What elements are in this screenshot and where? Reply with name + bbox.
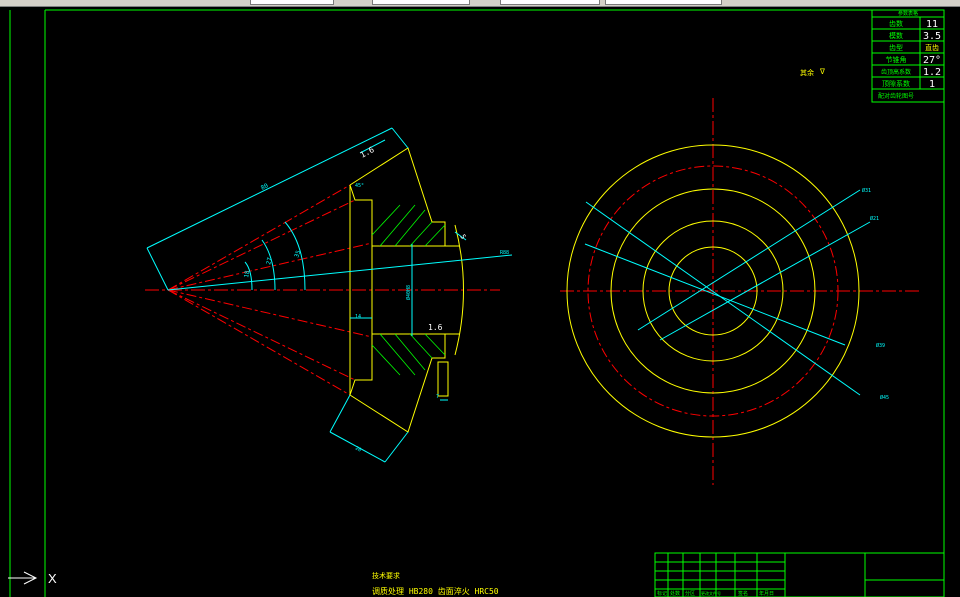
tb-header-zone: 分区 xyxy=(685,590,695,597)
section-dimensions xyxy=(146,127,513,463)
dim-chamfer: 45° xyxy=(355,183,364,189)
param-value-tooth-type: 直齿 xyxy=(925,43,939,52)
param-label-tooth-type: 齿型 xyxy=(889,43,903,52)
dim-circle-d3: Ø39 xyxy=(876,342,885,349)
param-value-addendum: 1.2 xyxy=(923,67,941,78)
drawing-frame xyxy=(9,9,945,597)
drawing-canvas[interactable]: 参数表格 齿数 11 模数 3.5 齿型 直齿 节锥角 27° 齿顶高系数 1.… xyxy=(0,0,960,597)
title-block-headers: 标记 处数 分区 更改文件号 签名 年月日 xyxy=(657,590,774,597)
tb-header-date: 年月日 xyxy=(759,590,774,597)
parameter-table-text: 参数表格 齿数 11 模数 3.5 齿型 直齿 节锥角 27° 齿顶高系数 1.… xyxy=(878,10,941,100)
ucs-icon xyxy=(8,571,38,585)
param-label-mating-gear: 配对齿轮图号 xyxy=(878,92,914,100)
tb-header-mark: 标记 xyxy=(657,590,667,597)
dim-circle-d1: Ø31 xyxy=(862,187,871,194)
section-dimension-text: 80 18 27 35 1.6 45° R88 Ø40H8 14 1.6 7 2… xyxy=(243,145,509,454)
param-header: 参数表格 xyxy=(898,10,918,17)
param-label-addendum: 齿顶高系数 xyxy=(881,68,911,76)
dim-r-label: R88 xyxy=(500,250,509,256)
dim-circle-d4: Ø45 xyxy=(880,394,889,401)
tech-req-line1: 调质处理 HB280 齿面淬火 HRC50 xyxy=(372,586,499,596)
param-label-pitch-angle: 节锥角 xyxy=(886,55,907,64)
surface-note: 其余 xyxy=(800,68,814,77)
param-value-module: 3.5 xyxy=(923,31,941,42)
param-label-teeth: 齿数 xyxy=(889,19,903,28)
dim-length: 80 xyxy=(260,182,270,192)
param-label-clearance: 顶隙系数 xyxy=(882,79,910,88)
dim-key: 7 xyxy=(436,394,439,400)
circle-view-centerlines xyxy=(560,98,920,485)
dim-face: 20 xyxy=(354,445,362,453)
tb-header-sign: 签名 xyxy=(738,590,748,597)
circle-view-text: Ø31 Ø21 Ø39 Ø45 xyxy=(862,187,889,401)
tb-header-doc: 更改文件号 xyxy=(701,590,721,596)
ucs-x-label: X xyxy=(48,571,57,586)
dim-circle-d2: Ø21 xyxy=(870,215,879,222)
title-block xyxy=(654,552,945,597)
param-label-module: 模数 xyxy=(889,31,903,40)
tb-header-count: 处数 xyxy=(670,590,680,597)
dim-thickness: 1.6 xyxy=(359,145,376,160)
param-value-clearance: 1 xyxy=(929,79,935,90)
dim-bore: Ø40H8 xyxy=(405,285,412,300)
param-value-pitch-angle: 27° xyxy=(923,55,941,66)
dim-angle-3: 35 xyxy=(293,249,302,259)
surface-symbol: ∇ xyxy=(819,67,825,76)
tech-req-title: 技术要求 xyxy=(372,571,400,580)
circle-view-leaders xyxy=(584,189,871,396)
param-value-teeth: 11 xyxy=(926,19,938,30)
dim-rough: 1.6 xyxy=(428,323,443,332)
dim-width: 14 xyxy=(355,314,361,320)
